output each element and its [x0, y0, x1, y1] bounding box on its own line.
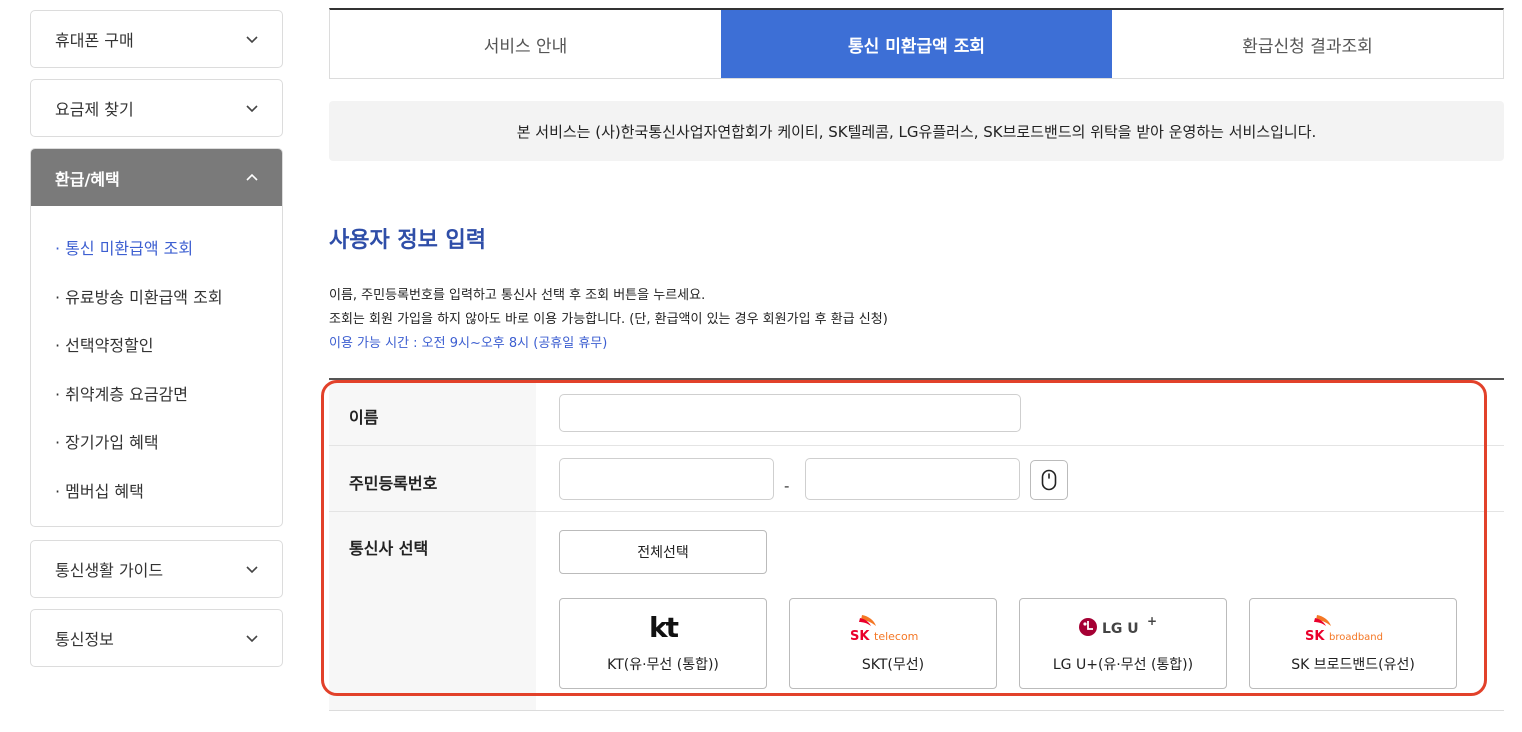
sidebar-menu-label: 환급/혜택	[55, 169, 120, 189]
description-line: 이름, 주민등록번호를 입력하고 통신사 선택 후 조회 버튼을 누르세요.	[329, 288, 706, 303]
sidebar-menu-label: 휴대폰 구매	[55, 31, 134, 50]
sidebar: 휴대폰 구매 요금제 찾기 환급/혜택 · 통신 미환급액 조회 · 유료방송 …	[30, 10, 283, 678]
kt-logo-text: kt	[648, 610, 679, 644]
mouse-icon	[1041, 469, 1057, 491]
service-notice: 본 서비스는 (사)한국통신사업자연합회가 케이티, SK텔레콤, LG유플러스…	[329, 101, 1504, 161]
available-hours: 이용 가능 시간 : 오전 9시~오후 8시 (공휴일 휴무)	[329, 336, 608, 351]
skbroadband-logo-main: SK	[1305, 629, 1325, 644]
skbroadband-logo: SK broadband	[1250, 607, 1456, 647]
carrier-skt-button[interactable]: SK telecom SKT(무선)	[789, 598, 997, 689]
rrn-back-input[interactable]	[805, 458, 1020, 500]
carrier-name: KT(유·무선 (통합))	[607, 657, 719, 673]
sidebar-menu-refund-benefit-header[interactable]: 환급/혜택	[31, 149, 282, 206]
lguplus-logo-main: LG U	[1102, 621, 1139, 637]
tab-bar: 서비스 안내 통신 미환급액 조회 환급신청 결과조회	[329, 8, 1504, 79]
tab-telecom-refund-lookup[interactable]: 통신 미환급액 조회	[721, 10, 1112, 78]
name-label: 이름	[349, 408, 379, 427]
carrier-name: SK 브로드밴드(유선)	[1291, 657, 1415, 673]
user-info-form: 이름 주민등록번호 - 통신사 선택 전체선택 kt KT(유·무선 (통합))…	[329, 378, 1504, 711]
rrn-dash: -	[784, 477, 790, 495]
name-input[interactable]	[559, 394, 1021, 432]
skt-logo-main: SK	[850, 629, 870, 644]
chevron-down-icon	[246, 566, 258, 574]
carrier-label: 통신사 선택	[349, 539, 429, 558]
sidebar-submenu: · 통신 미환급액 조회 · 유료방송 미환급액 조회 · 선택약정할인 · 취…	[31, 206, 282, 526]
kt-logo: kt	[560, 607, 766, 647]
row-divider	[329, 445, 1504, 446]
sidebar-item-paid-broadcast-refund[interactable]: · 유료방송 미환급액 조회	[55, 272, 282, 321]
description-line: 조회는 회원 가입을 하지 않아도 바로 이용 가능합니다. (단, 환급액이 …	[329, 312, 888, 327]
skbroadband-logo-graphic: SK broadband	[1305, 615, 1383, 644]
lguplus-logo: LG U +	[1020, 607, 1226, 647]
secure-keypad-button[interactable]	[1030, 460, 1068, 500]
sidebar-menu-label: 요금제 찾기	[55, 100, 134, 119]
section-description: 이름, 주민등록번호를 입력하고 통신사 선택 후 조회 버튼을 누르세요. 조…	[329, 284, 888, 356]
tab-refund-result-lookup[interactable]: 환급신청 결과조회	[1112, 10, 1503, 78]
sidebar-item-contract-discount[interactable]: · 선택약정할인	[55, 320, 282, 369]
carrier-lguplus-button[interactable]: LG U + LG U+(유·무선 (통합))	[1019, 598, 1227, 689]
skt-logo: SK telecom	[790, 607, 996, 647]
skbroadband-logo-sub: broadband	[1329, 632, 1383, 643]
carrier-kt-button[interactable]: kt KT(유·무선 (통합))	[559, 598, 767, 689]
rrn-label: 주민등록번호	[349, 474, 438, 493]
lguplus-logo-graphic: LG U +	[1079, 614, 1157, 637]
carrier-skbroadband-button[interactable]: SK broadband SK 브로드밴드(유선)	[1249, 598, 1457, 689]
carrier-name: SKT(무선)	[861, 657, 925, 673]
sidebar-menu-telecom-info[interactable]: 통신정보	[30, 609, 283, 667]
sidebar-menu-plan-search[interactable]: 요금제 찾기	[30, 79, 283, 137]
sidebar-menu-label: 통신생활 가이드	[55, 561, 164, 580]
chevron-down-icon	[246, 105, 258, 113]
skt-logo-graphic: SK telecom	[850, 615, 918, 644]
sidebar-menu-telecom-guide[interactable]: 통신생활 가이드	[30, 540, 283, 598]
sidebar-menu-refund-benefit: 환급/혜택 · 통신 미환급액 조회 · 유료방송 미환급액 조회 · 선택약정…	[30, 148, 283, 527]
row-divider	[329, 511, 1504, 512]
carrier-name: LG U+(유·무선 (통합))	[1052, 657, 1194, 673]
sidebar-menu-phone-purchase[interactable]: 휴대폰 구매	[30, 10, 283, 68]
section-title: 사용자 정보 입력	[329, 228, 486, 253]
tab-service-guide[interactable]: 서비스 안내	[330, 10, 721, 78]
lguplus-logo-sup: +	[1147, 614, 1157, 628]
chevron-up-icon	[246, 173, 258, 181]
sidebar-item-telecom-refund[interactable]: · 통신 미환급액 조회	[55, 223, 282, 272]
select-all-button[interactable]: 전체선택	[559, 530, 767, 574]
chevron-down-icon	[246, 36, 258, 44]
sidebar-item-vulnerable-discount[interactable]: · 취약계층 요금감면	[55, 369, 282, 418]
rrn-front-input[interactable]	[559, 458, 774, 500]
sidebar-item-membership-benefit[interactable]: · 멤버십 혜택	[55, 466, 282, 515]
chevron-down-icon	[246, 635, 258, 643]
sidebar-item-long-term-benefit[interactable]: · 장기가입 혜택	[55, 417, 282, 466]
skt-logo-sub: telecom	[874, 630, 918, 643]
sidebar-menu-label: 통신정보	[55, 630, 114, 649]
